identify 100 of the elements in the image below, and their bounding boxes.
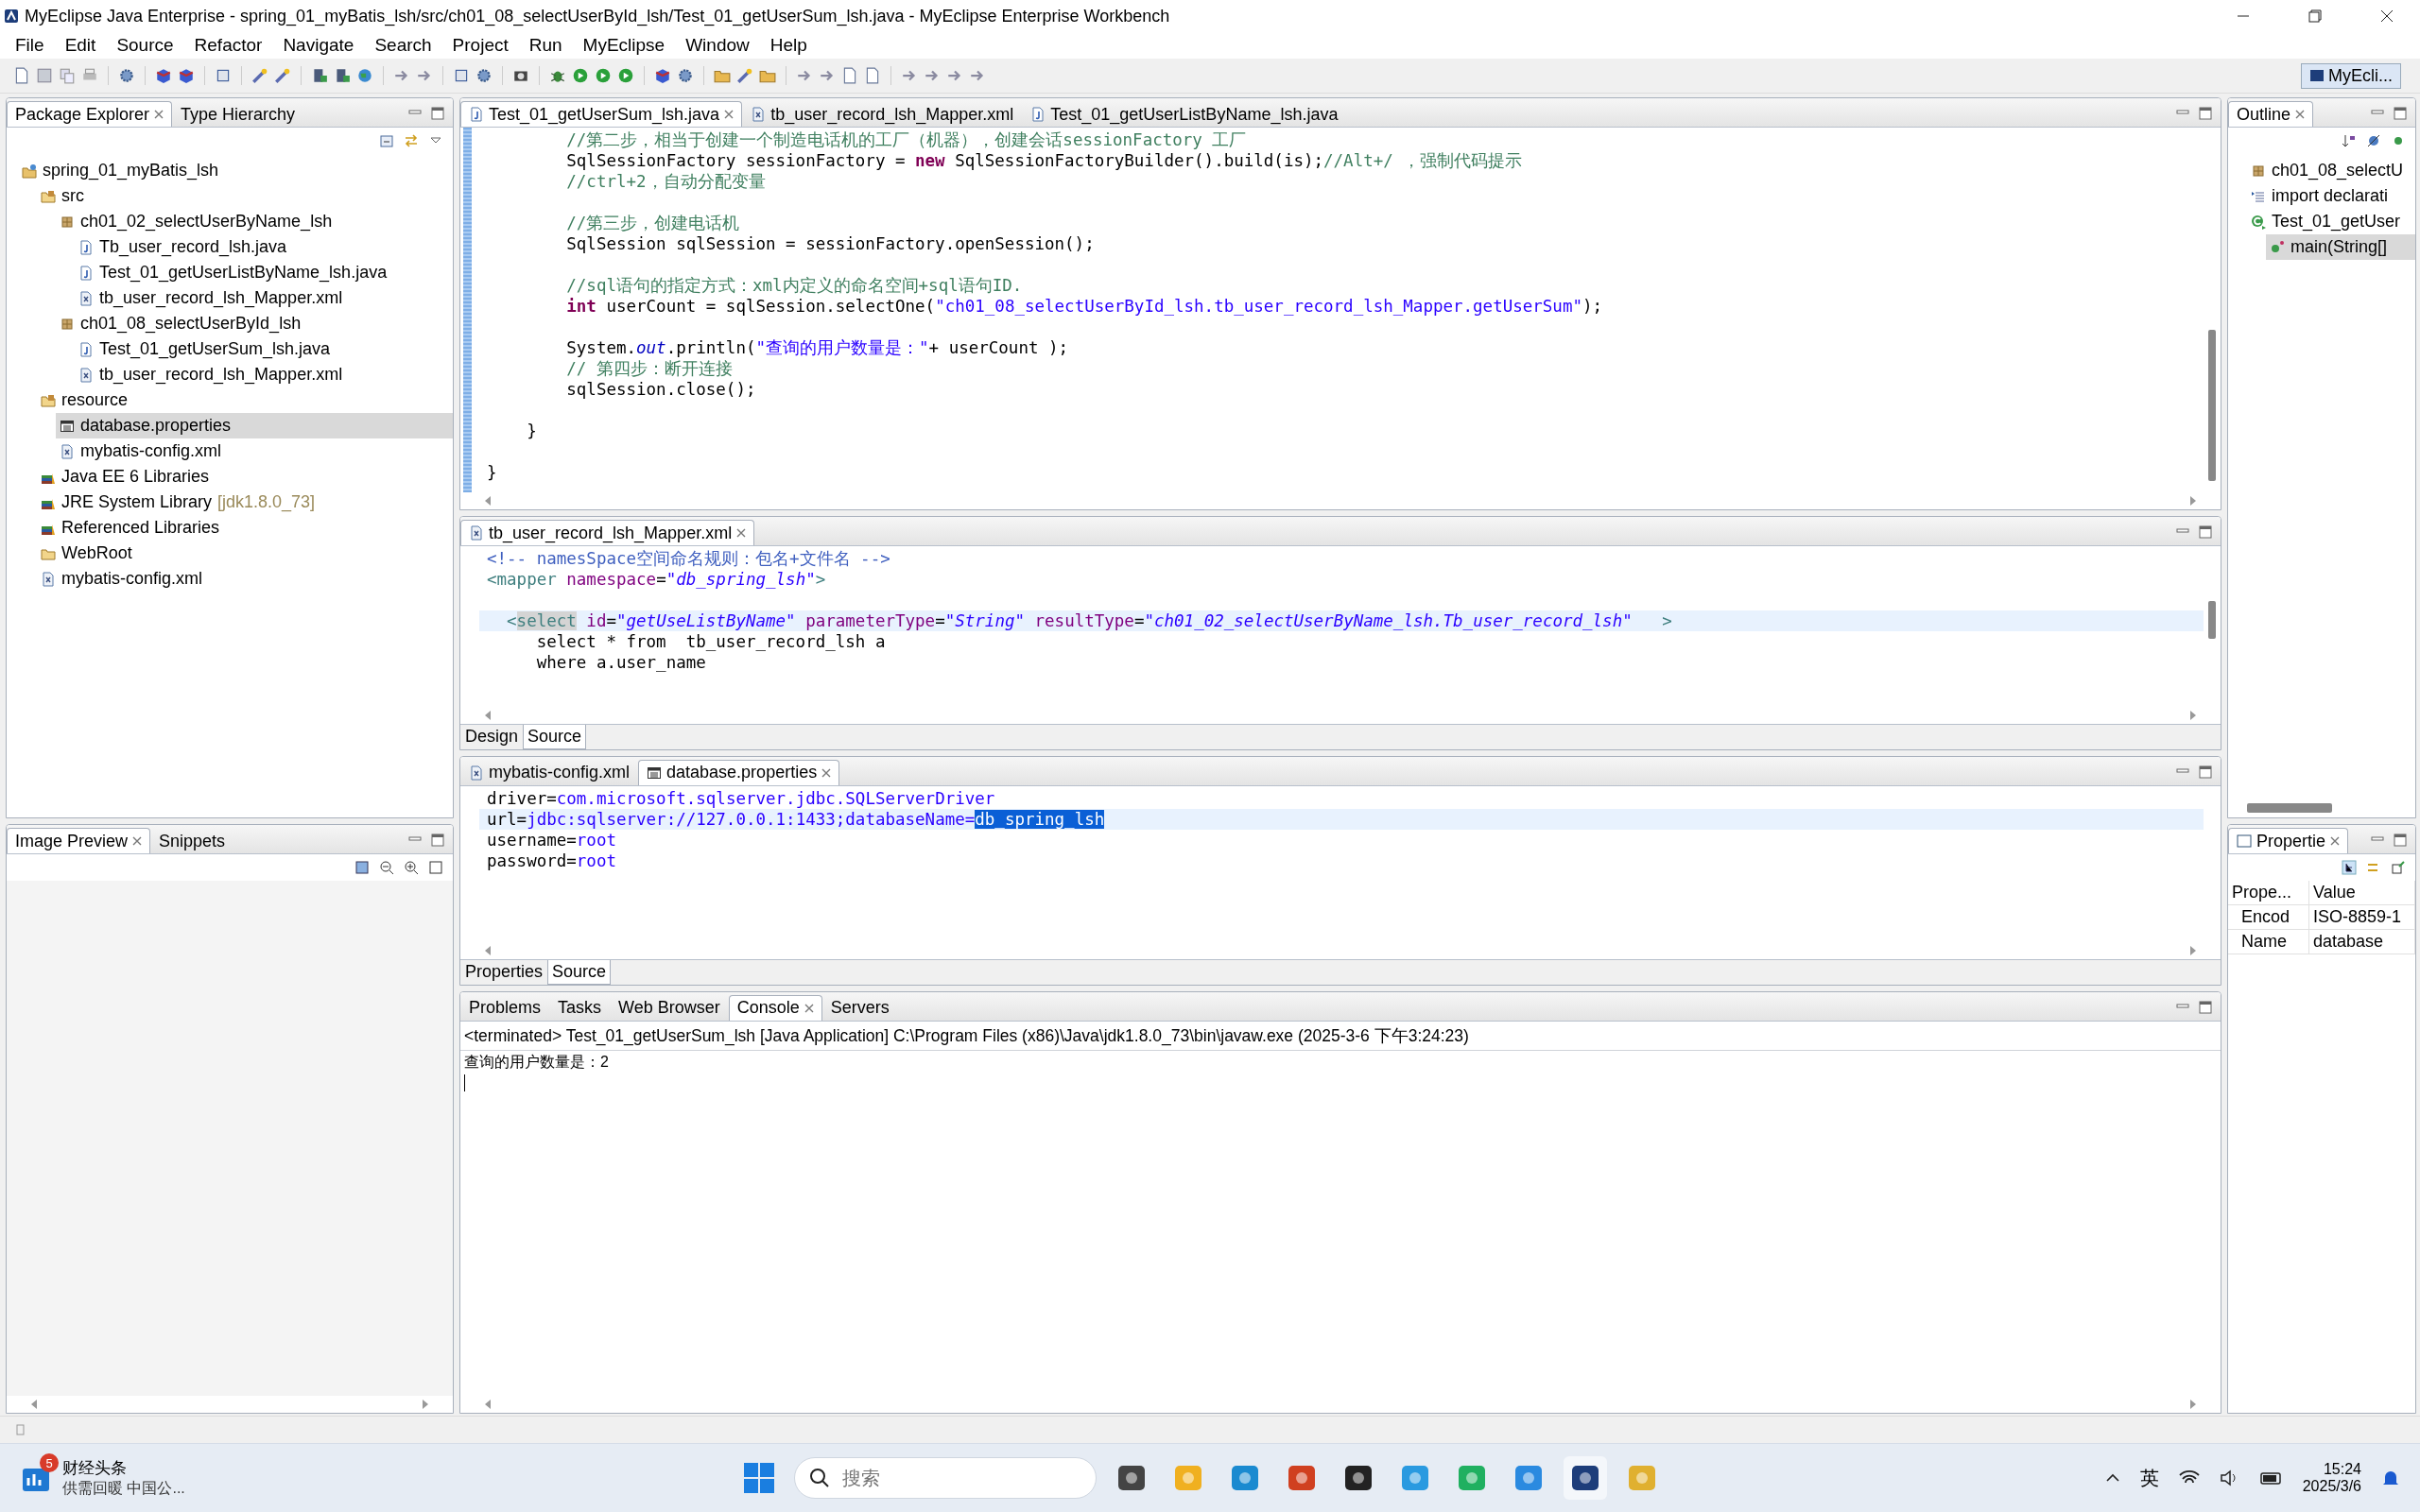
wand-icon[interactable]	[251, 67, 268, 84]
close-icon[interactable]	[724, 110, 735, 119]
menu-item[interactable]: File	[8, 35, 52, 56]
scroll-left-icon[interactable]	[483, 495, 493, 507]
close-icon[interactable]	[804, 1003, 814, 1013]
tree-item[interactable]: ch01_02_selectUserByName_lsh	[56, 209, 453, 234]
server-icon[interactable]	[334, 67, 351, 84]
tree-item[interactable]: mybatis-config.xml	[56, 438, 453, 464]
gear-icon[interactable]	[118, 67, 135, 84]
panel-tab[interactable]: Package Explorer	[7, 101, 173, 127]
play-icon[interactable]	[595, 67, 612, 84]
maximize-icon[interactable]	[2198, 106, 2213, 121]
zoom-out-icon[interactable]	[379, 860, 394, 876]
tree-item[interactable]: Test_01_getUser	[2247, 209, 2415, 234]
save-icon[interactable]	[36, 67, 53, 84]
menu-item[interactable]: Source	[109, 35, 182, 56]
wand-icon[interactable]	[274, 67, 291, 84]
maximize-icon[interactable]	[430, 106, 445, 121]
tree-item[interactable]: WebRoot	[37, 541, 453, 566]
menu-item[interactable]: Help	[762, 35, 815, 56]
panel-tab[interactable]: Web Browser	[610, 994, 729, 1021]
scroll-right-icon[interactable]	[2188, 709, 2198, 721]
close-icon[interactable]	[821, 767, 832, 778]
tree-item[interactable]: JRE System Library [jdk1.8.0_73]	[37, 490, 453, 515]
panel-tab[interactable]: Test_01_getUserListByName_lsh.java	[1022, 101, 1347, 127]
tree-item[interactable]: mybatis-config.xml	[37, 566, 453, 592]
panel-tab[interactable]: Propertie	[2228, 828, 2349, 854]
tree-item[interactable]: Tb_user_record_lsh.java	[75, 234, 453, 260]
square-icon[interactable]	[215, 67, 232, 84]
square-icon[interactable]	[453, 67, 470, 84]
panel-tab[interactable]: tb_user_record_lsh_Mapper.xml	[742, 101, 1023, 127]
tree-item[interactable]: tb_user_record_lsh_Mapper.xml	[75, 362, 453, 387]
new-file-icon[interactable]	[841, 67, 858, 84]
globe-icon[interactable]	[356, 67, 373, 84]
search-field[interactable]: 搜索	[794, 1457, 1097, 1499]
gear-icon[interactable]	[677, 67, 694, 84]
close-icon[interactable]	[736, 528, 747, 539]
scrollbar-thumb[interactable]	[2208, 601, 2216, 640]
new-file-icon[interactable]	[13, 67, 30, 84]
maximize-icon[interactable]	[2393, 833, 2408, 849]
link-arrows-icon[interactable]	[404, 133, 419, 148]
tree-item[interactable]: tb_user_record_lsh_Mapper.xml	[75, 285, 453, 311]
maximize-icon[interactable]	[2198, 999, 2213, 1015]
menu-item[interactable]: Project	[444, 35, 516, 56]
tree-item[interactable]: main(String[]	[2266, 234, 2415, 260]
close-icon[interactable]	[2330, 836, 2341, 847]
play-icon[interactable]	[572, 67, 589, 84]
tree-item[interactable]: resource	[37, 387, 453, 413]
clock-time[interactable]: 15:24	[2323, 1461, 2361, 1478]
editor-mode-tab[interactable]: Source	[523, 724, 587, 749]
close-icon[interactable]	[154, 110, 164, 119]
scroll-right-icon[interactable]	[2188, 1399, 2198, 1410]
scroll-right-icon[interactable]	[2188, 944, 2198, 956]
editor-mode-tab[interactable]: Source	[547, 959, 612, 985]
panel-tab[interactable]: Servers	[821, 994, 898, 1021]
pin-icon[interactable]	[2391, 860, 2406, 876]
scroll-left-icon[interactable]	[483, 1399, 493, 1410]
panel-tab[interactable]: Outline	[2228, 101, 2314, 127]
panel-tab[interactable]: database.properties	[638, 759, 840, 785]
wand-icon[interactable]	[736, 67, 753, 84]
panel-tab[interactable]: Problems	[460, 994, 550, 1021]
scrollbar-thumb[interactable]	[2208, 330, 2216, 481]
tree-item[interactable]: ch01_08_selectU	[2247, 158, 2415, 183]
maximize-icon[interactable]	[2198, 764, 2213, 780]
scroll-right-icon[interactable]	[2188, 495, 2198, 507]
panel-tab[interactable]: Test_01_getUserSum_lsh.java	[460, 101, 743, 127]
scrollbar-thumb[interactable]	[2247, 803, 2332, 814]
scroll-left-icon[interactable]	[29, 1399, 39, 1410]
tree-item[interactable]: ch01_08_selectUserById_lsh	[56, 311, 453, 336]
input-method[interactable]: 英	[2139, 1465, 2159, 1491]
scroll-left-icon[interactable]	[483, 709, 493, 721]
clock-date[interactable]: 2025/3/6	[2302, 1478, 2361, 1495]
maximize-icon[interactable]	[2393, 106, 2408, 121]
panel-tab[interactable]: tb_user_record_lsh_Mapper.xml	[460, 520, 755, 546]
zoom-in-icon[interactable]	[404, 860, 419, 876]
maximize-icon[interactable]	[430, 833, 445, 849]
gear-icon[interactable]	[475, 67, 493, 84]
sort-icon[interactable]	[2342, 133, 2357, 148]
panel-tab[interactable]: mybatis-config.xml	[460, 759, 639, 785]
tree-icon[interactable]	[2342, 860, 2357, 876]
tree-item[interactable]: Test_01_getUserListByName_lsh.java	[75, 260, 453, 285]
tree-item[interactable]: src	[37, 183, 453, 209]
tree-item[interactable]: Test_01_getUserSum_lsh.java	[75, 336, 453, 362]
panel-tab[interactable]: Snippets	[150, 828, 234, 854]
panel-tab[interactable]: Image Preview	[7, 828, 151, 854]
menu-item[interactable]: Search	[367, 35, 440, 56]
scroll-right-icon[interactable]	[421, 1399, 430, 1410]
image-icon[interactable]	[354, 860, 370, 876]
panel-tab[interactable]: Console	[728, 994, 822, 1021]
fit-icon[interactable]	[428, 860, 443, 876]
tree-item[interactable]: Java EE 6 Libraries	[37, 464, 453, 490]
close-icon[interactable]	[2295, 110, 2306, 119]
news-title[interactable]: 财经头条	[62, 1457, 185, 1479]
tree-item[interactable]: database.properties	[56, 413, 453, 438]
tree-item[interactable]: Referenced Libraries	[37, 515, 453, 541]
new-file-icon[interactable]	[864, 67, 881, 84]
menu-item[interactable]: Window	[678, 35, 757, 56]
perspective-button[interactable]: MyEcli...	[2301, 62, 2401, 89]
menu-item[interactable]: Navigate	[275, 35, 362, 56]
menu-item[interactable]: Refactor	[186, 35, 270, 56]
